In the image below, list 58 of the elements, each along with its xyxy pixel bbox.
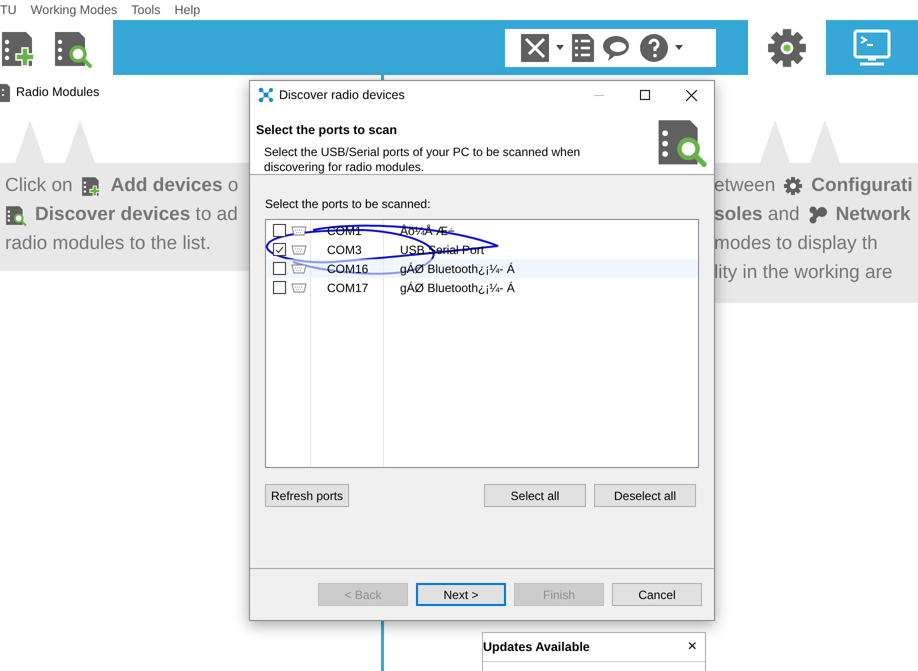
maximize-icon (640, 90, 650, 100)
checkbox[interactable] (273, 262, 286, 275)
chat-bubbles-icon[interactable] (602, 34, 632, 62)
device-search-icon (5, 204, 27, 226)
serial-port-icon (291, 226, 307, 236)
hint-text: Configurati (811, 174, 913, 198)
serial-port-icon (291, 264, 307, 274)
dialog-heading: Select the ports to scan (256, 122, 398, 139)
panel-title: Radio Modules (16, 84, 100, 101)
hint-text: etween (714, 174, 776, 198)
hint-text: Add devices o (110, 174, 238, 198)
caret-icon (675, 45, 683, 50)
minimize-icon (594, 94, 604, 96)
monitor-terminal-icon (852, 28, 892, 68)
help-button[interactable] (640, 34, 683, 62)
hint-text: modes to display th (714, 232, 878, 256)
close-button[interactable]: × (688, 639, 697, 655)
gear-icon (766, 26, 808, 68)
port-name: COM17 (327, 280, 370, 296)
port-description: gÁØ Bluetooth¿¡¼- Á (400, 260, 515, 278)
port-name: COM3 (327, 242, 363, 258)
refresh-ports-button[interactable]: Refresh ports (265, 484, 350, 507)
hint-text: lity in the working are (714, 261, 892, 285)
port-name: COM16 (327, 260, 370, 278)
popup-title: Updates Available (483, 638, 590, 656)
hint-text: radio modules to the list. (5, 232, 211, 256)
gear-icon (783, 176, 804, 196)
hint-text: soles and (714, 203, 800, 227)
menu-item[interactable]: TU (0, 0, 17, 20)
wizard-button[interactable]: Cancel (612, 583, 702, 606)
port-description: gÁØ Bluetooth¿¡¼- Á (400, 280, 515, 296)
list-document-icon[interactable] (572, 34, 594, 62)
hint-text: Click on (5, 174, 73, 198)
close-icon (686, 90, 696, 100)
select-all-button[interactable]: Select all (484, 484, 586, 507)
menu-item[interactable]: Working Modes (30, 0, 118, 20)
hint-text: Network (836, 203, 911, 227)
tools-button[interactable] (521, 34, 564, 62)
network-nodes-icon (258, 87, 274, 103)
device-plus-icon (80, 175, 103, 197)
window-title: Discover radio devices (279, 86, 405, 104)
menu-item[interactable]: Help (174, 0, 200, 20)
dialog-description: Select the USB/Serial ports of your PC to be scanned when discovering for radio modules. (264, 144, 582, 175)
checkbox[interactable] (273, 224, 286, 237)
network-icon (808, 204, 828, 224)
checkbox[interactable] (273, 281, 286, 294)
caret-icon (556, 45, 564, 50)
port-row[interactable]: COM16 gÁØ Bluetooth¿¡¼- Á (267, 259, 697, 278)
serial-port-icon (291, 244, 307, 254)
checkbox[interactable] (273, 243, 286, 256)
help-icon (640, 34, 668, 62)
list-label: Select the ports to be scanned: (265, 196, 432, 213)
wizard-button[interactable]: Next > (416, 583, 506, 606)
deselect-all-button[interactable]: Deselect all (594, 484, 696, 507)
menu-item[interactable]: Tools (131, 0, 160, 20)
port-row[interactable]: COM17 gÁØ Bluetooth¿¡¼- Á (267, 278, 697, 297)
serial-port-icon (291, 282, 307, 292)
hint-text: Discover devices to ad (35, 203, 238, 227)
